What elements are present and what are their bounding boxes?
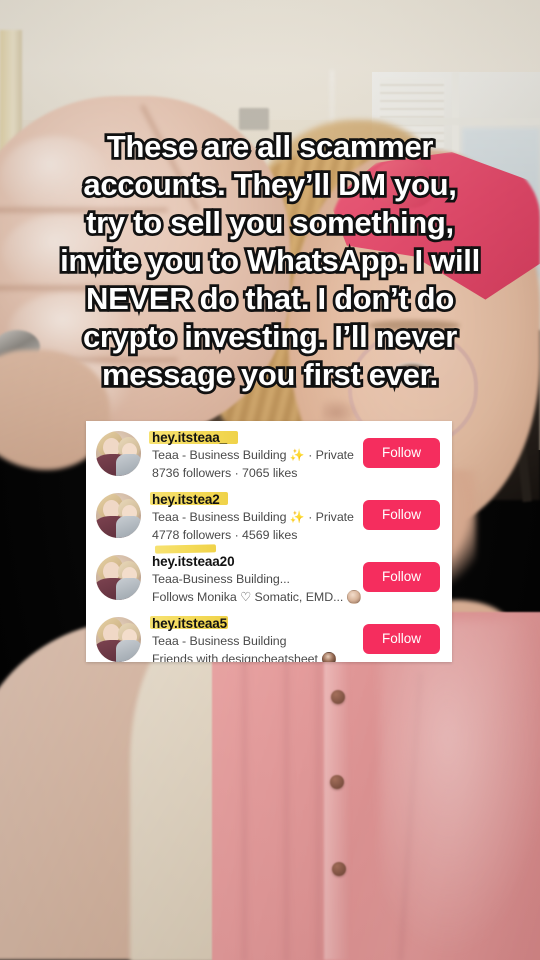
avatar [96,431,141,476]
account-stats: 8736 followers · 7065 likes [152,465,298,480]
username[interactable]: hey.itsteaa20 [152,554,235,569]
sparkles-icon: ✨ [289,510,305,524]
mutual-avatar-icon [321,651,336,662]
username-highlighted: hey.itstea2 [150,491,228,509]
window-mullion-horizontal [372,118,540,125]
shirt-placket [324,620,350,960]
mutual-follows-text: Follows Monika ♡ Somatic, EMD... [152,589,344,604]
account-info: hey.itsteaa20 Teaa-Business Building... … [152,544,363,606]
account-bio-line: Teaa - Business Building ✨ · Private [152,509,363,526]
shirt-button [330,775,344,789]
tiktok-video-frame: These are all scammer accounts. They’ll … [0,0,540,960]
username-highlighted: hey.itsteaa5 [150,615,229,633]
mutual-friends-text: Friends with designcheatsheet [152,651,318,663]
shirt-button [332,862,346,876]
account-mutual-follows: Follows Monika ♡ Somatic, EMD... [152,589,363,606]
privacy-label: · Private [308,510,354,524]
account-stats: 4778 followers · 4569 likes [152,527,298,542]
eye [390,362,434,386]
sparkles-icon: ✨ [289,448,305,462]
avatar [96,493,141,538]
account-mutual-friends: Friends with designcheatsheet [152,651,363,663]
account-bio-line: Teaa - Business Building ✨ · Private [152,447,363,464]
bio-text: Teaa - Business Building [152,510,287,524]
account-row[interactable]: hey.itsteaa20 Teaa-Business Building... … [86,544,452,607]
account-bio-line: Teaa-Business Building... [152,572,290,586]
account-row[interactable]: hey.itstea2 Teaa - Business Building ✨ ·… [86,483,452,545]
follow-button[interactable]: Follow [362,438,440,468]
account-bio-line: Teaa - Business Building [152,634,287,648]
username[interactable]: hey.itstea2 [152,492,220,507]
avatar [96,617,141,662]
follow-button[interactable]: Follow [362,624,440,654]
account-row[interactable]: hey.itsteaa5 Teaa - Business Building Fr… [86,607,452,662]
avatar [96,555,141,600]
follow-button[interactable]: Follow [362,500,440,530]
privacy-label: · Private [308,448,354,462]
username-highlighted: hey.itsteaa_ [149,429,239,447]
account-info: hey.itsteaa_ Teaa - Business Building ✨ … [149,428,363,481]
follow-button[interactable]: Follow [362,562,440,592]
shirt-highlight [380,620,540,960]
bio-text: Teaa - Business Building [152,448,287,462]
mutual-avatar-icon [347,589,362,604]
instagram-suggested-accounts-screenshot: hey.itsteaa_ Teaa - Business Building ✨ … [86,421,452,662]
shirt-button [331,690,345,704]
username[interactable]: hey.itsteaa_ [152,430,227,445]
account-info: hey.itsteaa5 Teaa - Business Building Fr… [150,614,363,663]
username[interactable]: hey.itsteaa5 [152,616,227,631]
account-info: hey.itstea2 Teaa - Business Building ✨ ·… [150,490,363,543]
nose [322,398,358,422]
ceiling-vent [239,108,269,130]
username-highlighted: hey.itsteaa20 [152,544,235,571]
highlighter-mark [154,544,216,554]
account-row[interactable]: hey.itsteaa_ Teaa - Business Building ✨ … [86,421,452,483]
